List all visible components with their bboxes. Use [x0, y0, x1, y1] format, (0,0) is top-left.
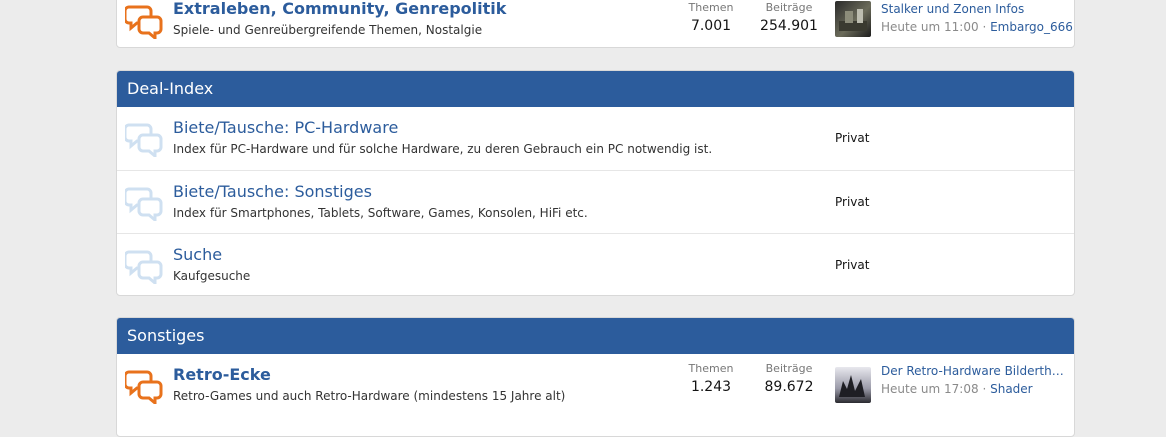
posts-stat: Beiträge 89.672: [749, 362, 829, 395]
last-post-title[interactable]: Stalker und Zonen Infos: [881, 2, 1024, 16]
threads-stat: Themen 1.243: [671, 362, 751, 395]
private-status: Privat: [835, 131, 870, 145]
forum-title[interactable]: Biete/Tausche: PC-Hardware: [173, 118, 398, 137]
private-status: Privat: [835, 258, 870, 272]
posts-stat: Beiträge 254.901: [749, 1, 829, 34]
unread-forum-icon: [125, 5, 163, 39]
posts-value: 254.901: [760, 18, 818, 34]
unread-forum-icon: [125, 370, 163, 404]
forum-node-extraleben[interactable]: Extraleben, Community, Genrepolitik Spie…: [117, 0, 1074, 49]
threads-value: 7.001: [690, 18, 732, 34]
read-forum-icon: [125, 187, 163, 221]
read-forum-icon: [125, 123, 163, 157]
forum-node-biete-sonstiges[interactable]: Biete/Tausche: Sonstiges Index für Smart…: [117, 170, 1074, 233]
category-header[interactable]: Sonstiges: [117, 318, 1074, 354]
forum-description: Kaufgesuche: [173, 269, 251, 283]
category-block-deal-index: Deal-Index Biete/Tausche: PC-Hardware In…: [116, 70, 1075, 296]
read-forum-icon: [125, 250, 163, 284]
meta-separator: ·: [982, 382, 987, 396]
forum-title[interactable]: Extraleben, Community, Genrepolitik: [173, 0, 506, 18]
threads-value: 1.243: [690, 379, 732, 395]
forum-title[interactable]: Suche: [173, 245, 222, 264]
thumbnail-image-icon: [839, 375, 865, 397]
forum-title[interactable]: Biete/Tausche: Sonstiges: [173, 182, 372, 201]
forum-description: Index für PC-Hardware und für solche Har…: [173, 142, 713, 156]
forum-node-retro-ecke[interactable]: Retro-Ecke Retro-Games und auch Retro-Ha…: [117, 354, 1074, 417]
threads-label: Themen: [688, 362, 734, 375]
posts-label: Beiträge: [765, 362, 813, 375]
last-post-time: Heute um 17:08: [881, 382, 979, 396]
category-header[interactable]: Deal-Index: [117, 71, 1074, 107]
forum-block-top: Extraleben, Community, Genrepolitik Spie…: [116, 0, 1075, 48]
meta-separator: ·: [982, 20, 987, 34]
last-post-meta: Heute um 11:00 · Embargo_666: [881, 20, 1073, 34]
last-post-title[interactable]: Der Retro-Hardware Bilderthr…: [881, 364, 1066, 378]
posts-label: Beiträge: [765, 1, 813, 14]
threads-stat: Themen 7.001: [671, 1, 751, 34]
forum-node-biete-pc[interactable]: Biete/Tausche: PC-Hardware Index für PC-…: [117, 107, 1074, 170]
threads-label: Themen: [688, 1, 734, 14]
last-post-time: Heute um 11:00: [881, 20, 979, 34]
posts-value: 89.672: [764, 379, 814, 395]
forum-description: Retro-Games und auch Retro-Hardware (min…: [173, 389, 566, 403]
forum-description: Spiele- und Genreübergreifende Themen, N…: [173, 23, 483, 37]
last-post-user[interactable]: Shader: [990, 382, 1033, 396]
last-post-avatar[interactable]: [835, 1, 871, 37]
forum-title[interactable]: Retro-Ecke: [173, 365, 271, 384]
last-post-meta: Heute um 17:08 · Shader: [881, 382, 1033, 396]
private-status: Privat: [835, 195, 870, 209]
last-post-user[interactable]: Embargo_666: [990, 20, 1073, 34]
thumbnail-image-icon: [839, 9, 867, 31]
category-block-sonstiges: Sonstiges Retro-Ecke Retro-Games und auc…: [116, 317, 1075, 437]
forum-node-suche[interactable]: Suche Kaufgesuche Privat: [117, 233, 1074, 296]
forum-description: Index für Smartphones, Tablets, Software…: [173, 206, 588, 220]
last-post-avatar[interactable]: [835, 367, 871, 403]
